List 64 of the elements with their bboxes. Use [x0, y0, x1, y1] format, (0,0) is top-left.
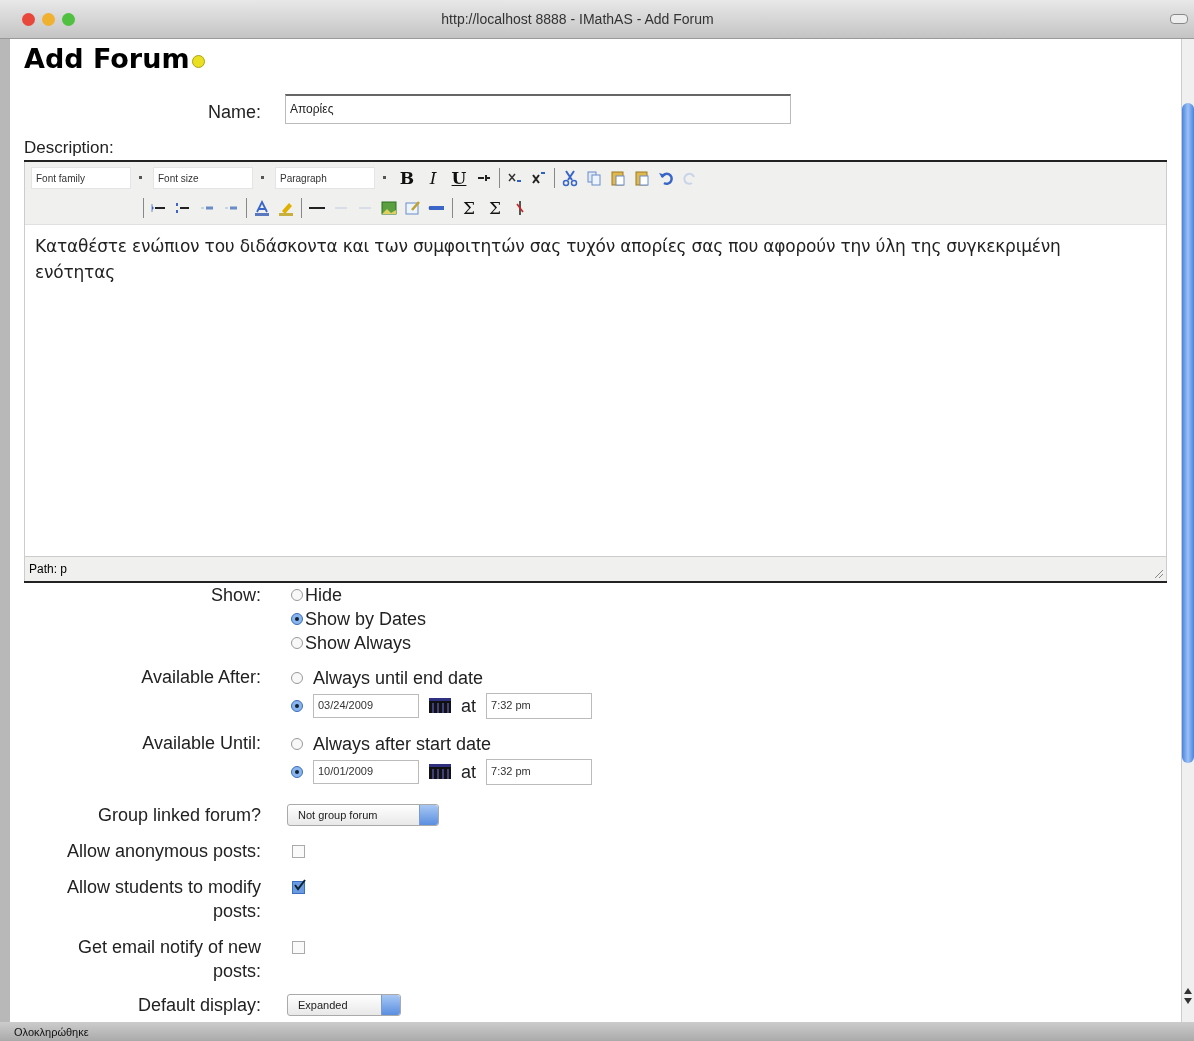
field-label: Group linked forum?: [96, 804, 261, 827]
calendar-icon[interactable]: [429, 764, 451, 780]
status-text: Ολοκληρώθηκε: [14, 1025, 89, 1038]
name-field[interactable]: Απορίες: [285, 94, 791, 124]
radio-button[interactable]: [291, 637, 303, 649]
sum-button[interactable]: Σ: [485, 198, 505, 218]
calendar-icon[interactable]: [429, 698, 451, 714]
edit-icon[interactable]: [404, 199, 422, 217]
radio-button[interactable]: [291, 589, 303, 601]
cut-icon[interactable]: [561, 169, 579, 187]
window-title: http://localhost 8888 - IMathAS - Add Forum: [440, 11, 715, 27]
element-path: Path: p: [29, 562, 68, 576]
field-label: Allow anonymous posts:: [65, 840, 261, 863]
radio-label: Always after start date: [313, 733, 492, 755]
date-field[interactable]: 10/01/2009: [313, 760, 419, 784]
dropdown-marker-icon[interactable]: [261, 176, 265, 180]
radio-button[interactable]: [291, 613, 303, 625]
bold-button[interactable]: B: [397, 168, 417, 188]
scroll-up-icon[interactable]: [1184, 988, 1192, 994]
field-label: Get email notify of new posts:: [76, 936, 261, 983]
checkbox[interactable]: [292, 881, 305, 894]
copy-icon[interactable]: [585, 169, 603, 187]
radio-button[interactable]: [291, 738, 303, 750]
dropdown-marker-icon[interactable]: [383, 176, 387, 180]
field-label: Default display:: [136, 994, 261, 1017]
radio-label: Always until end date: [313, 667, 484, 689]
radio-label: Show Always: [305, 632, 412, 654]
radio-button[interactable]: [291, 766, 303, 778]
dropdown-marker-icon[interactable]: [139, 176, 143, 180]
time-field[interactable]: 7:32 pm: [486, 759, 592, 785]
paste-icon[interactable]: [633, 169, 651, 187]
field-label: Name:: [207, 101, 261, 124]
date-field[interactable]: 03/24/2009: [313, 694, 419, 718]
display-dropdown[interactable]: Expanded: [287, 994, 401, 1016]
at-label: at: [461, 761, 476, 783]
paste-icon[interactable]: [609, 169, 627, 187]
group-forum-dropdown[interactable]: Not group forum: [287, 804, 439, 826]
resize-handle-icon[interactable]: [1152, 567, 1164, 579]
image-icon[interactable]: [380, 199, 398, 217]
field-label: Available Until:: [141, 732, 261, 755]
field-label: Description:: [24, 138, 115, 158]
radio-label: Hide: [305, 584, 343, 606]
radio-label: Show by Dates: [305, 608, 427, 630]
radio-button[interactable]: [291, 700, 303, 712]
toolbar-toggle-icon[interactable]: [1170, 14, 1188, 24]
field-label: Available After:: [140, 666, 261, 689]
textcolor-icon[interactable]: [253, 199, 271, 217]
toolbar-dropdown[interactable]: Font family: [31, 167, 131, 189]
page-heading: Add Forum: [24, 43, 190, 74]
checkbox[interactable]: [292, 941, 305, 954]
field-label: Allow students to modify posts:: [65, 876, 261, 923]
help-icon[interactable]: [191, 55, 205, 68]
toolbar-dropdown[interactable]: Font size: [153, 167, 253, 189]
scroll-down-icon[interactable]: [1184, 998, 1192, 1004]
checkbox[interactable]: [292, 845, 305, 858]
toolbar-dropdown[interactable]: Paragraph: [275, 167, 375, 189]
radio-button[interactable]: [291, 672, 303, 684]
window-control-icon[interactable]: [22, 12, 35, 26]
time-field[interactable]: 7:32 pm: [486, 693, 592, 719]
italic-button[interactable]: I: [423, 168, 443, 188]
underline-button[interactable]: U: [449, 168, 469, 188]
sum-button[interactable]: Σ: [459, 198, 479, 218]
at-label: at: [461, 695, 476, 717]
field-label: Show:: [209, 584, 261, 607]
